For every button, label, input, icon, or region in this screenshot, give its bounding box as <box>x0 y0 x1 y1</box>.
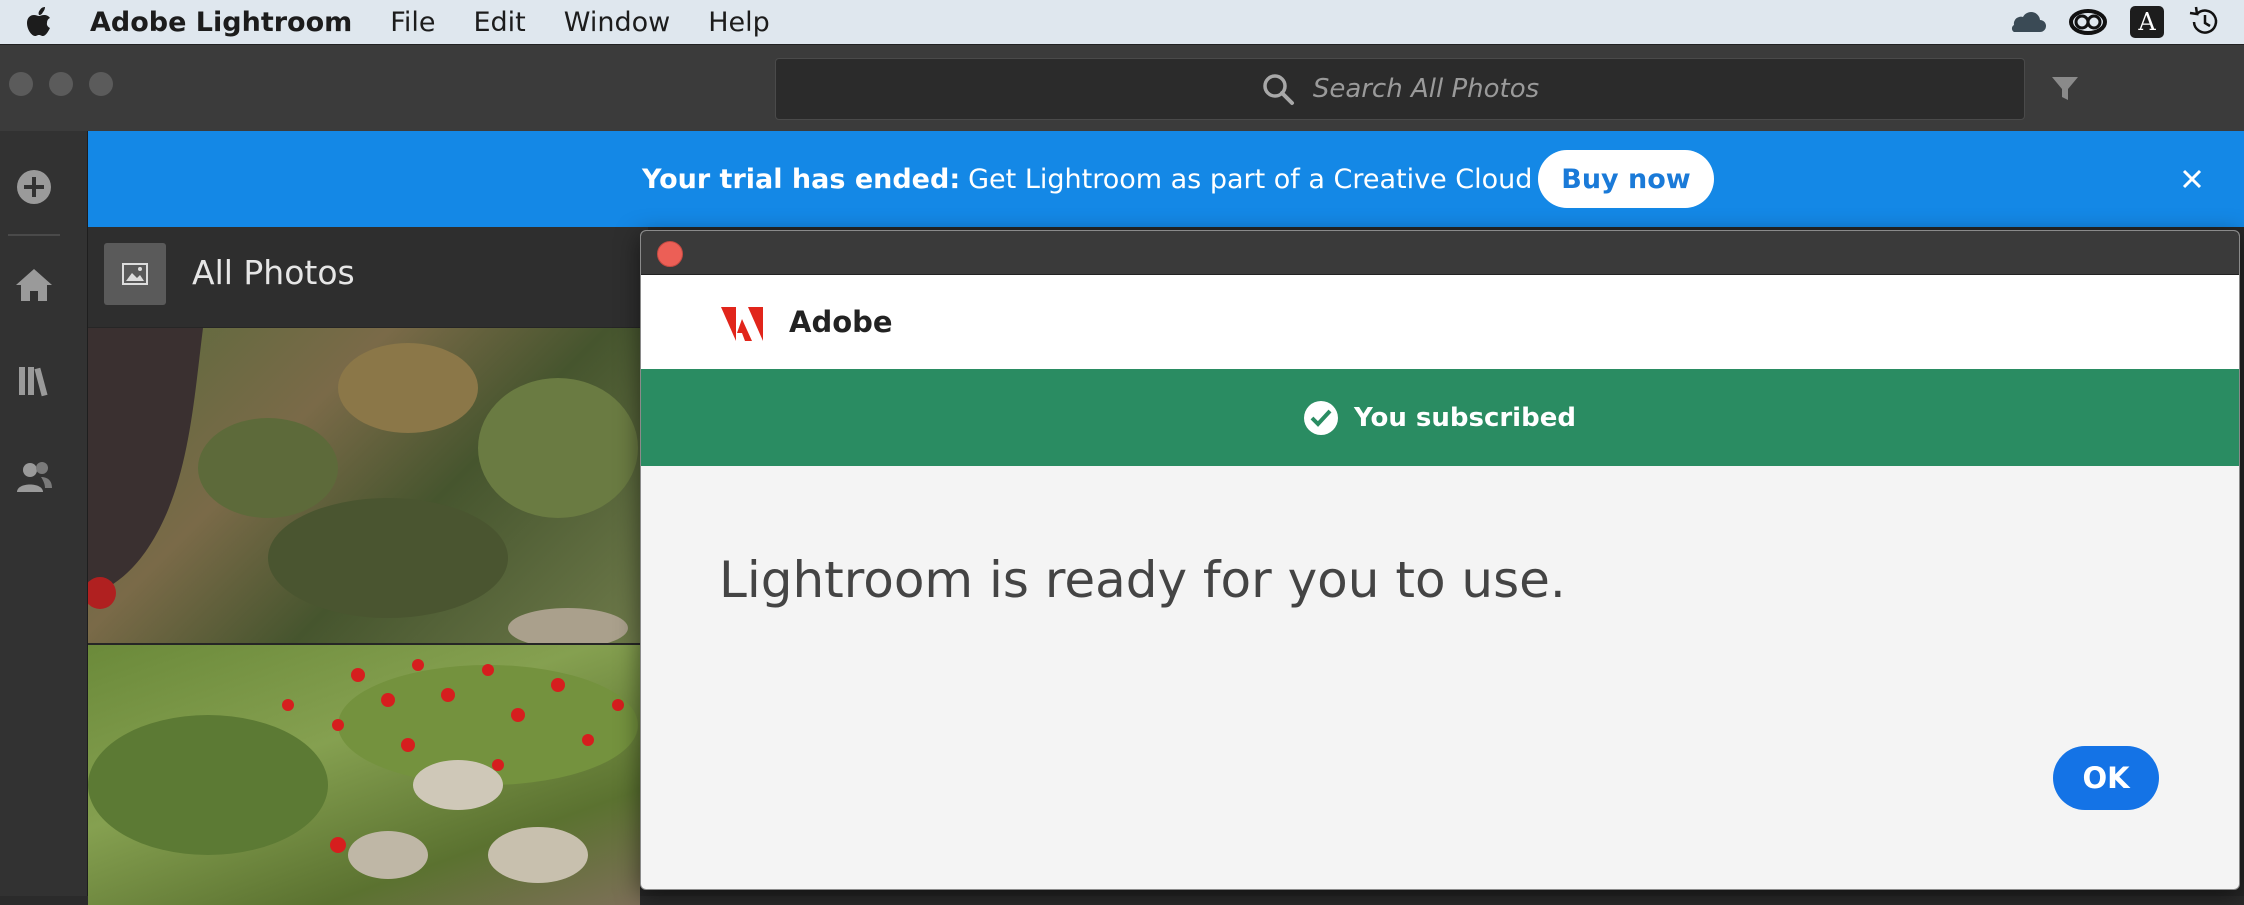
dialog-close-button[interactable] <box>657 241 683 267</box>
dialog-titlebar <box>641 231 2239 275</box>
rail-divider <box>8 234 60 236</box>
trial-banner: Your trial has ended: Get Lightroom as p… <box>88 131 2244 227</box>
search-input[interactable]: Search All Photos <box>775 58 2025 120</box>
library-icon[interactable] <box>14 361 54 401</box>
add-photos-icon[interactable] <box>14 167 54 207</box>
all-photos-header: All Photos <box>88 227 648 327</box>
photo-thumbnail[interactable] <box>88 645 640 905</box>
window-close-button[interactable] <box>9 72 33 96</box>
filter-icon[interactable] <box>2050 75 2080 103</box>
search-placeholder: Search All Photos <box>1312 74 1540 104</box>
photo-thumbnail[interactable] <box>88 328 640 643</box>
menu-bar: Adobe Lightroom File Edit Window Help A <box>0 0 2244 44</box>
ok-button[interactable]: OK <box>2053 746 2159 810</box>
status-text: You subscribed <box>1354 402 1576 433</box>
left-rail <box>0 131 88 896</box>
subscription-dialog: Adobe You subscribed Lightroom is ready … <box>640 230 2240 890</box>
page-title: All Photos <box>192 253 355 292</box>
menu-edit[interactable]: Edit <box>473 7 525 38</box>
search-icon <box>1263 74 1294 105</box>
adobe-logo-icon <box>721 307 763 341</box>
buy-now-button[interactable]: Buy now <box>1538 150 1714 208</box>
shared-people-icon[interactable] <box>14 457 54 497</box>
close-icon[interactable] <box>2178 165 2206 193</box>
trial-message: Your trial has ended: Get Lightroom as p… <box>642 131 1608 227</box>
trial-message-bold: Your trial has ended: <box>642 163 961 195</box>
checkmark-icon <box>1304 400 1339 435</box>
app-name-menu[interactable]: Adobe Lightroom <box>90 7 352 38</box>
adobe-wordmark: Adobe <box>789 305 893 339</box>
onedrive-cloud-icon[interactable] <box>2006 10 2046 34</box>
photo-album-icon <box>104 243 166 305</box>
menu-help[interactable]: Help <box>708 7 770 38</box>
time-machine-icon[interactable] <box>2186 6 2222 38</box>
dialog-message: Lightroom is ready for you to use. <box>719 551 1566 609</box>
input-source-icon[interactable]: A <box>2130 6 2164 38</box>
window-toolbar: Search All Photos <box>0 44 2244 131</box>
window-zoom-button[interactable] <box>89 72 113 96</box>
creative-cloud-icon[interactable] <box>2068 8 2108 36</box>
apple-logo-icon[interactable] <box>26 7 52 37</box>
home-icon[interactable] <box>14 265 54 305</box>
menu-file[interactable]: File <box>390 7 435 38</box>
window-minimize-button[interactable] <box>49 72 73 96</box>
menu-window[interactable]: Window <box>564 7 670 38</box>
dialog-header: Adobe <box>641 275 2239 369</box>
trial-message-text: Get Lightroom as part of a Creative Clou… <box>968 163 1608 195</box>
subscription-status-bar: You subscribed <box>641 369 2239 466</box>
